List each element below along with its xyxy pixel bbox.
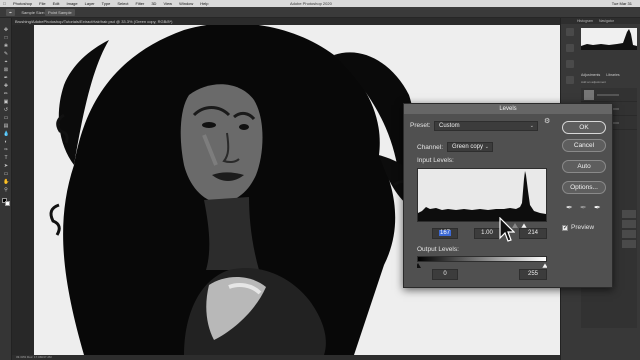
path-select-icon[interactable]: ➤	[3, 164, 9, 169]
gray-eyedropper-icon[interactable]: ✒	[580, 204, 588, 212]
cancel-button[interactable]: Cancel	[562, 139, 606, 152]
tab-histogram[interactable]: Histogram	[577, 19, 593, 23]
pen-tool-icon[interactable]: ✑	[3, 148, 9, 153]
brush-tool-icon[interactable]: ✏	[3, 92, 9, 97]
menu-view[interactable]: View	[163, 1, 172, 6]
input-levels-label: Input Levels:	[417, 157, 454, 164]
auto-button[interactable]: Auto	[562, 160, 606, 173]
input-black-value: 167	[438, 230, 451, 236]
menu-select[interactable]: Select	[117, 1, 128, 6]
document-tab[interactable]: Brushing/AdobePhotoshop/Tutorials/Extrac…	[12, 18, 572, 25]
preset-select[interactable]: Custom ⌄	[434, 121, 538, 131]
channel-select[interactable]: Green copy ⌄	[447, 142, 493, 152]
input-gamma-field[interactable]: 1.00	[474, 228, 500, 239]
crop-tool-icon[interactable]: ⌖	[3, 60, 9, 65]
zoom-tool-icon[interactable]: ⚲	[3, 188, 9, 193]
panel-icon-strip	[563, 28, 577, 92]
frame-tool-icon[interactable]: ⊠	[3, 68, 9, 73]
channel-label: Channel:	[417, 144, 444, 151]
sample-size-select[interactable]: Point Sample	[44, 8, 75, 16]
shape-tool-icon[interactable]: ▭	[3, 172, 9, 177]
menu-file[interactable]: File	[39, 1, 45, 6]
levels-histogram	[417, 168, 547, 222]
clock: Tue Mar 31	[611, 1, 632, 6]
preview-checkbox[interactable]: ✓	[562, 225, 568, 231]
sample-size-label: Sample Size:	[21, 9, 45, 15]
strip-cell[interactable]	[622, 240, 636, 248]
libraries-tab[interactable]: Libraries	[606, 73, 619, 77]
history-icon[interactable]	[566, 28, 574, 36]
layer-number-strip	[622, 210, 636, 250]
menu-3d[interactable]: 3D	[151, 1, 156, 6]
tools-panel: ✥ □ ❀ ✎ ⌖ ⊠ ✒ ✚ ✏ ▣ ↺ ▭ ▤ 💧 ◐ ✑ T ➤ ▭ ✋ …	[0, 18, 12, 360]
layer-row[interactable]	[581, 88, 637, 102]
output-levels-label: Output Levels:	[417, 246, 459, 253]
options-bar: ✒ Sample Size: Point Sample	[0, 7, 640, 18]
apple-icon[interactable]: 	[3, 1, 6, 6]
status-bar: 33.33% Doc: 17.0M/47.2M	[12, 355, 560, 360]
channel-value: Green copy	[452, 144, 484, 150]
history-brush-icon[interactable]: ↺	[3, 108, 9, 113]
hand-tool-icon[interactable]: ✋	[3, 180, 9, 185]
mac-menu-bar:  Photoshop File Edit Image Layer Type S…	[0, 0, 640, 7]
strip-cell[interactable]	[622, 210, 636, 218]
lasso-tool-icon[interactable]: ❀	[3, 44, 9, 49]
eyedropper-tool-icon[interactable]: ✒	[6, 8, 16, 16]
menu-window[interactable]: Window	[179, 1, 193, 6]
info-icon[interactable]	[566, 76, 574, 84]
preset-label: Preset:	[410, 122, 431, 129]
type-tool-icon[interactable]: T	[3, 156, 9, 161]
dialog-title: Levels	[404, 104, 612, 114]
menu-filter[interactable]: Filter	[135, 1, 144, 6]
document-tab-label: Brushing/AdobePhotoshop/Tutorials/Extrac…	[15, 19, 173, 24]
brush-settings-icon[interactable]	[566, 60, 574, 68]
move-tool-icon[interactable]: ✥	[3, 28, 9, 33]
ok-button[interactable]: OK	[562, 121, 606, 134]
dodge-tool-icon[interactable]: ◐	[3, 140, 9, 145]
chevron-down-icon: ⌄	[484, 144, 489, 150]
blur-tool-icon[interactable]: 💧	[3, 132, 9, 137]
strip-cell[interactable]	[622, 230, 636, 238]
strip-cell[interactable]	[622, 220, 636, 228]
chevron-down-icon: ⌄	[529, 123, 534, 129]
output-white-field[interactable]: 255	[519, 269, 547, 280]
menu-help[interactable]: Help	[200, 1, 208, 6]
output-black-field[interactable]: 0	[432, 269, 458, 280]
input-black-field[interactable]: 167	[432, 228, 458, 239]
menu-layer[interactable]: Layer	[85, 1, 95, 6]
mini-histogram	[581, 28, 637, 50]
stamp-tool-icon[interactable]: ▣	[3, 100, 9, 105]
tab-navigator[interactable]: Navigator	[599, 19, 614, 23]
healing-brush-icon[interactable]: ✚	[3, 84, 9, 89]
menu-image[interactable]: Image	[67, 1, 78, 6]
panel-tabs: Histogram Navigator	[561, 18, 640, 24]
black-eyedropper-icon[interactable]: ✒	[566, 204, 574, 212]
options-button[interactable]: Options...	[562, 181, 606, 194]
quick-select-tool-icon[interactable]: ✎	[3, 52, 9, 57]
levels-dialog: Levels Preset: Custom ⌄ ⚙ Channel: Green…	[403, 103, 613, 288]
menu-type[interactable]: Type	[102, 1, 111, 6]
adjustments-tab[interactable]: Adjustments	[581, 73, 600, 77]
properties-icon[interactable]	[566, 44, 574, 52]
marquee-tool-icon[interactable]: □	[3, 36, 9, 41]
add-adjustment-label: Add an adjustment	[581, 80, 607, 84]
mouse-cursor-icon	[499, 217, 515, 242]
window-title: Adobe Photoshop 2020	[290, 1, 332, 6]
output-slider[interactable]	[415, 262, 549, 269]
preset-value: Custom	[439, 123, 460, 129]
preview-label: Preview	[571, 224, 595, 231]
gradient-tool-icon[interactable]: ▤	[3, 124, 9, 129]
gear-icon[interactable]: ⚙	[544, 118, 552, 126]
eyedropper-icon[interactable]: ✒	[3, 76, 9, 81]
input-white-field[interactable]: 214	[519, 228, 547, 239]
white-eyedropper-icon[interactable]: ✒	[594, 204, 602, 212]
background-color-swatch[interactable]	[5, 201, 10, 206]
menu-edit[interactable]: Edit	[53, 1, 60, 6]
menu-photoshop[interactable]: Photoshop	[13, 1, 32, 6]
eraser-tool-icon[interactable]: ▭	[3, 116, 9, 121]
